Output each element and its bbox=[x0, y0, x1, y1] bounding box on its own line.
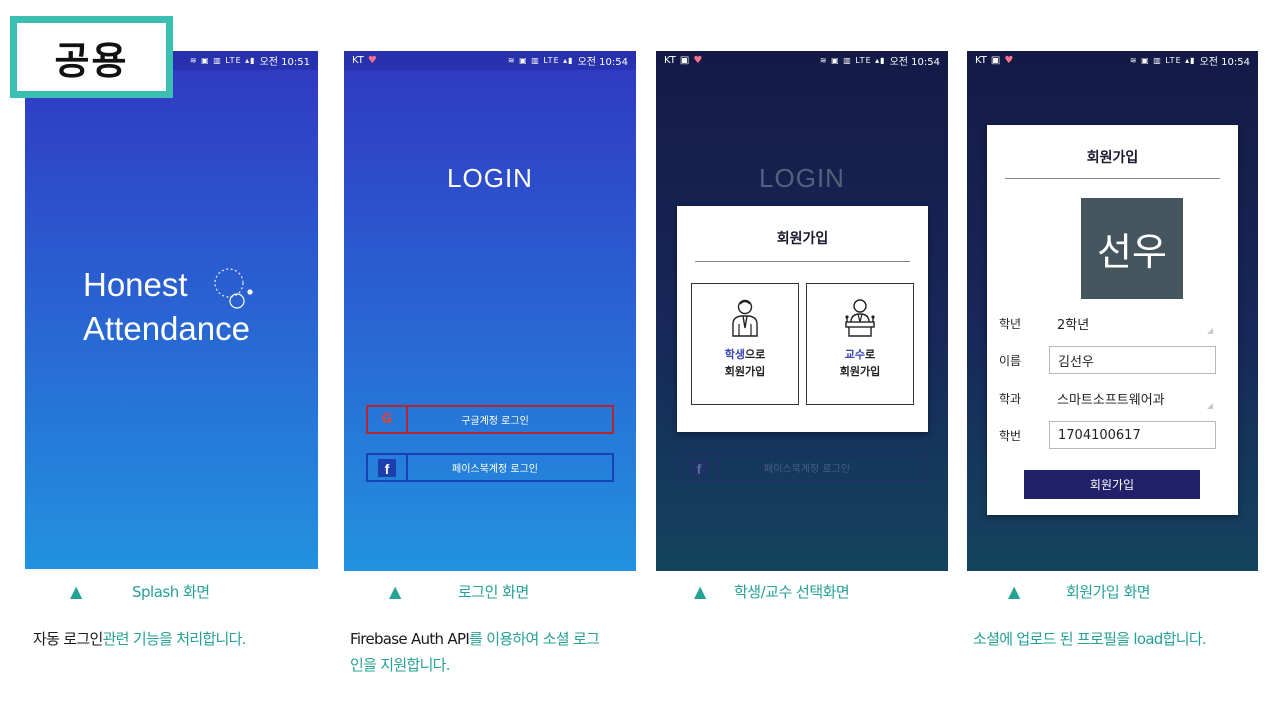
status-bar: KT ▣ ♥ ≋ ▣ ▥ LTE ▴▮ 오전 10:54 bbox=[967, 51, 1258, 70]
gallery-icon: ▣ bbox=[990, 55, 1001, 66]
app-title-line2: Attendance bbox=[83, 310, 250, 347]
status-time: 오전 10:54 bbox=[889, 57, 940, 68]
status-bar: KT ▣ ♥ ≋ ▣ ▥ LTE ▴▮ 오전 10:54 bbox=[656, 51, 948, 70]
carrier-label: KT bbox=[352, 55, 364, 66]
facebook-icon: f bbox=[690, 458, 708, 477]
status-bar: KT ♥ ≋ ▣ ▥ LTE ▴▮ 오전 10:54 bbox=[344, 51, 636, 70]
grade-select[interactable]: 2학년 bbox=[1049, 309, 1216, 337]
caption-signup-text: 회원가입 화면 bbox=[1066, 583, 1151, 601]
status-time: 오전 10:54 bbox=[577, 57, 628, 68]
caption-select: ▲ 학생/교수 선택화면 bbox=[694, 582, 944, 601]
caption-login-text: 로그인 화면 bbox=[458, 583, 529, 601]
google-login-button[interactable]: G 구글계정 로그인 bbox=[366, 405, 614, 434]
student-highlight: 학생 bbox=[724, 348, 745, 361]
caption-login: ▲ 로그인 화면 bbox=[389, 582, 639, 601]
splash-screen: ≋ ▣ ▥ LTE ▴▮ 오전 10:51 Honest Attendance bbox=[25, 51, 318, 569]
name-label: 이름 bbox=[999, 353, 1022, 368]
grade-row: 학년 2학년 bbox=[999, 309, 1216, 337]
slide: 공용 ≋ ▣ ▥ LTE ▴▮ 오전 10:51 Honest Attendan… bbox=[0, 0, 1280, 720]
dept-select[interactable]: 스마트소프트웨어과 bbox=[1049, 384, 1216, 412]
facebook-login-button[interactable]: f 페이스북계정 로그인 bbox=[678, 453, 926, 482]
facebook-icon: f bbox=[378, 458, 396, 477]
login-screen: KT ♥ ≋ ▣ ▥ LTE ▴▮ 오전 10:54 LOGIN G 구글계정 … bbox=[344, 51, 636, 571]
dept-row: 학과 스마트소프트웨어과 bbox=[999, 384, 1216, 412]
caption-signup: ▲ 회원가입 화면 bbox=[1008, 582, 1258, 601]
facebook-login-label: 페이스북계정 로그인 bbox=[452, 464, 538, 475]
facebook-login-button[interactable]: f 페이스북계정 로그인 bbox=[366, 453, 614, 482]
description-splash-dark: 자동 로그인 bbox=[33, 630, 103, 648]
section-tag-label: 공용 bbox=[17, 23, 166, 91]
dialog-title: 회원가입 bbox=[776, 231, 829, 247]
signup-submit-button[interactable]: 회원가입 bbox=[1024, 470, 1200, 499]
facebook-login-label: 페이스북계정 로그인 bbox=[764, 464, 850, 475]
professor-icon bbox=[845, 299, 875, 337]
divider bbox=[1005, 178, 1220, 179]
description-splash: 자동 로그인관련 기능을 처리합니다. bbox=[33, 626, 246, 652]
profile-avatar[interactable]: 선우 bbox=[1081, 198, 1183, 299]
login-title: LOGIN bbox=[759, 163, 845, 193]
status-icons: ≋ ▣ ▥ LTE ▴▮ bbox=[189, 56, 256, 65]
triangle-up-icon: ▲ bbox=[70, 582, 82, 601]
gallery-icon: ▣ bbox=[679, 55, 690, 66]
role-select-screen: KT ▣ ♥ ≋ ▣ ▥ LTE ▴▮ 오전 10:54 LOGIN f 페이스… bbox=[656, 51, 948, 571]
professor-signup-option[interactable]: 교수로 회원가입 bbox=[806, 283, 914, 405]
heart-icon: ♥ bbox=[367, 55, 377, 66]
google-login-label: 구글계정 로그인 bbox=[461, 416, 529, 427]
student-suffix: 으로 bbox=[745, 348, 766, 361]
caption-splash-text: Splash 화면 bbox=[132, 583, 210, 601]
status-icons: ≋ ▣ ▥ LTE ▴▮ bbox=[507, 56, 574, 65]
section-tag: 공용 bbox=[10, 16, 173, 98]
description-splash-teal: 관련 기능을 처리합니다. bbox=[102, 630, 247, 648]
status-icons: ≋ ▣ ▥ LTE ▴▮ bbox=[819, 56, 886, 65]
triangle-up-icon: ▲ bbox=[694, 582, 706, 601]
triangle-up-icon: ▲ bbox=[389, 582, 401, 601]
dept-label: 학과 bbox=[999, 391, 1022, 406]
signup-screen: KT ▣ ♥ ≋ ▣ ▥ LTE ▴▮ 오전 10:54 회원가입 선우 학년 … bbox=[967, 51, 1258, 571]
dialog-title: 회원가입 bbox=[1086, 150, 1139, 166]
heart-icon: ♥ bbox=[1004, 55, 1014, 66]
circle-dots-logo-icon bbox=[214, 268, 253, 309]
description-signup-teal: 소셜에 업로드 된 프로필을 load합니다. bbox=[973, 630, 1207, 648]
grade-label: 학년 bbox=[999, 316, 1022, 331]
caption-select-text: 학생/교수 선택화면 bbox=[734, 583, 850, 601]
description-login-teal: 를 이용하여 소셜 로그 bbox=[469, 630, 600, 648]
student-id-input[interactable]: 1704100617 bbox=[1049, 421, 1216, 449]
student-signup-label: 회원가입 bbox=[724, 365, 766, 378]
description-login-line2: 인을 지원합니다. bbox=[350, 656, 451, 674]
google-icon: G bbox=[368, 407, 408, 432]
divider bbox=[695, 261, 910, 262]
status-time: 오전 10:54 bbox=[1199, 57, 1250, 68]
status-icons: ≋ ▣ ▥ LTE ▴▮ bbox=[1129, 56, 1196, 65]
status-time: 오전 10:51 bbox=[259, 57, 310, 68]
professor-highlight: 교수 bbox=[844, 348, 866, 361]
student-signup-option[interactable]: 학생으로 회원가입 bbox=[691, 283, 799, 405]
description-login-dark: Firebase Auth API bbox=[350, 630, 470, 648]
student-icon bbox=[732, 299, 758, 337]
description-signup: 소셜에 업로드 된 프로필을 load합니다. bbox=[973, 626, 1207, 652]
student-id-label: 학번 bbox=[999, 428, 1022, 443]
professor-signup-label: 회원가입 bbox=[839, 365, 881, 378]
professor-suffix: 로 bbox=[865, 348, 876, 361]
signup-form-dialog: 회원가입 선우 학년 2학년 이름 김선우 학과 스마트소프트웨어과 학번 17… bbox=[987, 125, 1238, 515]
login-title: LOGIN bbox=[447, 163, 533, 193]
signup-role-dialog: 회원가입 학생으로 회원가입 교수로 회원가입 bbox=[677, 206, 928, 432]
caption-splash: ▲ Splash 화면 bbox=[70, 582, 320, 601]
student-id-row: 학번 1704100617 bbox=[999, 421, 1216, 449]
name-input[interactable]: 김선우 bbox=[1049, 346, 1216, 374]
carrier-label: KT bbox=[975, 55, 987, 66]
description-login: Firebase Auth API를 이용하여 소셜 로그 인을 지원합니다. bbox=[350, 626, 640, 678]
carrier-label: KT bbox=[664, 55, 676, 66]
triangle-up-icon: ▲ bbox=[1008, 582, 1020, 601]
heart-icon: ♥ bbox=[693, 55, 703, 66]
name-row: 이름 김선우 bbox=[999, 346, 1216, 374]
